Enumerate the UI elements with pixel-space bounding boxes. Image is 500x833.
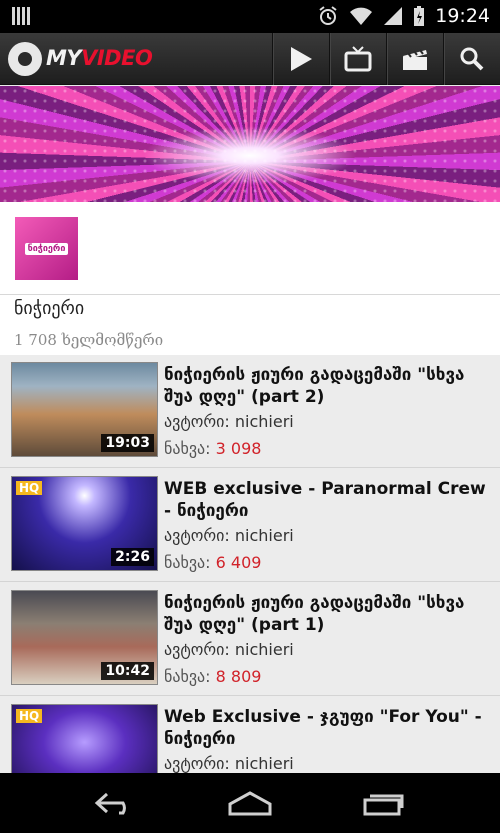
video-views: ნახვა: 6 409 — [164, 553, 262, 572]
duration-badge: 10:42 — [101, 662, 154, 680]
brand-wordmark[interactable]: MYVIDEO — [46, 46, 153, 70]
system-nav-bar — [0, 773, 500, 833]
video-list[interactable]: 19:03 ნიჭიერის ჟიური გადაცემაში "სხვა შუ… — [0, 355, 500, 773]
back-icon[interactable] — [93, 790, 139, 816]
video-author: ავტორი: nichieri — [164, 640, 294, 659]
play-button[interactable] — [272, 33, 329, 85]
tv-button[interactable] — [329, 33, 386, 85]
search-icon — [460, 47, 484, 71]
play-icon — [291, 47, 312, 71]
channel-name: ნიჭიერი — [14, 298, 85, 319]
video-views: ნახვა: 8 809 — [164, 667, 262, 686]
hq-badge: HQ — [16, 709, 43, 723]
video-title[interactable]: Web Exclusive - ჯგუფი "For You" - ნიჭიერ… — [164, 706, 496, 750]
subscriber-count: 1 708 ხელმომწერი — [14, 331, 164, 349]
battery-icon — [414, 6, 425, 26]
tv-icon — [344, 46, 372, 72]
video-item[interactable]: HQ Web Exclusive - ჯგუფი "For You" - ნიჭ… — [0, 697, 500, 773]
video-item[interactable]: 19:03 ნიჭიერის ჟიური გადაცემაში "სხვა შუ… — [0, 355, 500, 468]
video-thumbnail[interactable]: 10:42 — [11, 590, 158, 685]
search-button[interactable] — [443, 33, 500, 85]
video-author: ავტორი: nichieri — [164, 412, 294, 431]
app-bar: MYVIDEO — [0, 33, 500, 85]
video-author: ავტორი: nichieri — [164, 754, 294, 773]
movies-button[interactable] — [386, 33, 443, 85]
duration-badge: 2:26 — [111, 548, 154, 566]
video-title[interactable]: ნიჭიერის ჟიური გადაცემაში "სხვა შუა დღე"… — [164, 592, 496, 636]
video-title[interactable]: WEB exclusive - Paranormal Crew - ნიჭიერ… — [164, 478, 496, 522]
clapperboard-icon — [403, 49, 427, 70]
channel-avatar[interactable]: ნიჭიერი — [15, 217, 78, 280]
channel-header: ნიჭიერი ნიჭიერი 1 708 ხელმომწერი — [0, 202, 500, 355]
video-thumbnail[interactable]: 19:03 — [11, 362, 158, 457]
alarm-icon — [319, 6, 337, 25]
video-author: ავტორი: nichieri — [164, 526, 294, 545]
channel-banner — [0, 86, 500, 202]
divider — [0, 294, 500, 295]
video-views: ნახვა: 3 098 — [164, 439, 262, 458]
home-icon[interactable] — [226, 790, 274, 816]
duration-badge: 19:03 — [101, 434, 154, 452]
myvideo-logo-icon[interactable] — [8, 42, 42, 76]
video-item[interactable]: 10:42 ნიჭიერის ჟიური გადაცემაში "სხვა შუ… — [0, 583, 500, 696]
signal-icon — [384, 7, 403, 25]
video-title[interactable]: ნიჭიერის ჟიური გადაცემაში "სხვა შუა დღე"… — [164, 364, 496, 408]
video-item[interactable]: HQ 2:26 WEB exclusive - Paranormal Crew … — [0, 469, 500, 582]
recent-apps-icon[interactable] — [361, 790, 407, 816]
wifi-icon — [350, 7, 373, 25]
video-thumbnail[interactable]: HQ 2:26 — [11, 476, 158, 571]
status-bar: 19:24 — [0, 0, 500, 33]
notification-icon — [12, 7, 30, 25]
video-thumbnail[interactable]: HQ — [11, 704, 158, 773]
clock: 19:24 — [435, 5, 490, 27]
hq-badge: HQ — [16, 481, 43, 495]
